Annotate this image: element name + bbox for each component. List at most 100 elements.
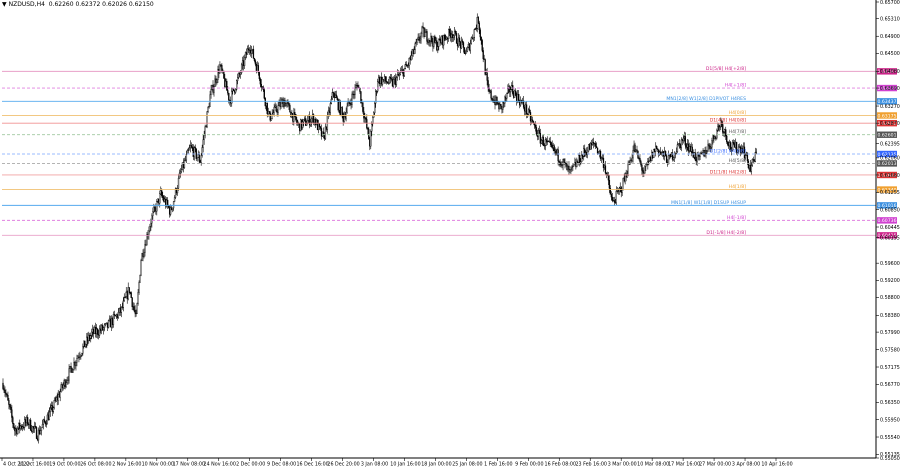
price-tick-label: 0.55050: [880, 456, 900, 462]
candle: [546, 136, 548, 146]
candle: [272, 109, 274, 115]
candle: [127, 282, 129, 301]
candle: [500, 103, 502, 110]
candle: [263, 87, 265, 100]
candle: [214, 74, 216, 87]
candle: [545, 137, 547, 146]
level-label: D1[-1/8] H4[-2/8]: [706, 230, 746, 236]
candle: [749, 159, 752, 173]
candle: [305, 115, 307, 126]
candle: [164, 195, 166, 203]
level-label: MN1[2/8] W1[2/8] D1PIVOT H4RES: [666, 96, 746, 102]
candle: [247, 44, 250, 53]
candle: [202, 135, 204, 153]
candle: [225, 78, 227, 88]
candle: [560, 161, 562, 168]
level-label: H4[+1/8]: [725, 83, 746, 89]
candle: [727, 141, 729, 147]
candle: [588, 144, 590, 152]
candle: [4, 386, 6, 397]
candle: [587, 146, 589, 159]
candle: [208, 102, 210, 109]
candle: [697, 151, 699, 161]
candle: [107, 319, 110, 329]
candle: [590, 141, 592, 150]
candle: [486, 67, 488, 86]
candle: [145, 239, 147, 247]
candle: [377, 78, 379, 94]
candle: [190, 142, 192, 148]
candle: [682, 135, 684, 144]
level-label: H4[5/8]: [729, 158, 747, 164]
candle: [372, 115, 374, 127]
candle: [290, 111, 292, 118]
candle: [156, 199, 158, 216]
candle: [231, 87, 233, 107]
candle: [432, 37, 434, 52]
candle: [725, 126, 727, 140]
candle: [6, 393, 8, 398]
candle: [655, 142, 657, 157]
candle: [329, 100, 332, 116]
candle: [278, 99, 280, 106]
candle: [433, 35, 435, 49]
candle: [100, 323, 103, 335]
candle: [691, 143, 693, 154]
candle: [641, 163, 643, 175]
candle: [343, 111, 345, 123]
candle: [84, 340, 86, 348]
candle: [203, 130, 205, 145]
candle: [732, 139, 735, 146]
candle: [415, 38, 417, 47]
candle: [70, 362, 72, 373]
price-axis: 0.65700 0.65310 0.64900 0.64500 0.64080 0.636…: [876, 0, 900, 462]
candle: [69, 366, 71, 373]
price-tick-label: 0.57990: [880, 330, 900, 336]
candle: [176, 185, 179, 196]
price-tick-label: 0.64900: [880, 34, 900, 40]
candle: [662, 151, 665, 160]
candle: [379, 76, 382, 89]
candle: [565, 163, 567, 167]
candle: [93, 326, 95, 339]
candle: [353, 90, 355, 100]
candle: [664, 150, 667, 157]
price-chart[interactable]: D1[5/8] H4[+2/8]0.64087 H4[+1/8]0.63765 MN…: [0, 0, 900, 468]
level-line: D1[-1/8] H4[-2/8]0.60425: [2, 230, 897, 239]
candle: [89, 333, 91, 342]
candle: [457, 33, 460, 48]
candle: [62, 382, 64, 391]
candle: [455, 31, 458, 44]
candle: [122, 296, 124, 312]
candle: [169, 204, 172, 217]
candle: [728, 141, 730, 149]
candle: [148, 226, 150, 240]
candle: [722, 121, 724, 136]
candle: [133, 302, 135, 313]
candle: [503, 101, 505, 108]
candle: [92, 324, 94, 338]
candle: [120, 306, 122, 318]
candle: [259, 77, 261, 88]
candle: [172, 201, 175, 212]
candle: [572, 163, 574, 171]
candle: [717, 122, 719, 132]
candle: [413, 46, 415, 55]
level-line: MN1[2/8] W1[2/8] D1PIVOT H4RES0.63437: [2, 96, 897, 105]
level-line: H4[5/8] 0.62013: [2, 158, 897, 167]
candle: [599, 149, 602, 161]
candle: [482, 47, 484, 63]
candle: [15, 425, 17, 436]
candle: [83, 340, 85, 349]
candle: [68, 364, 70, 384]
candle: [619, 182, 621, 193]
candle: [550, 141, 552, 148]
candle: [660, 151, 663, 156]
candle: [265, 102, 267, 111]
candle: [333, 91, 335, 103]
price-tick-label: 0.62395: [880, 141, 900, 147]
candle: [110, 315, 113, 331]
candle: [711, 137, 713, 150]
candle: [751, 158, 754, 167]
candle: [555, 149, 557, 156]
